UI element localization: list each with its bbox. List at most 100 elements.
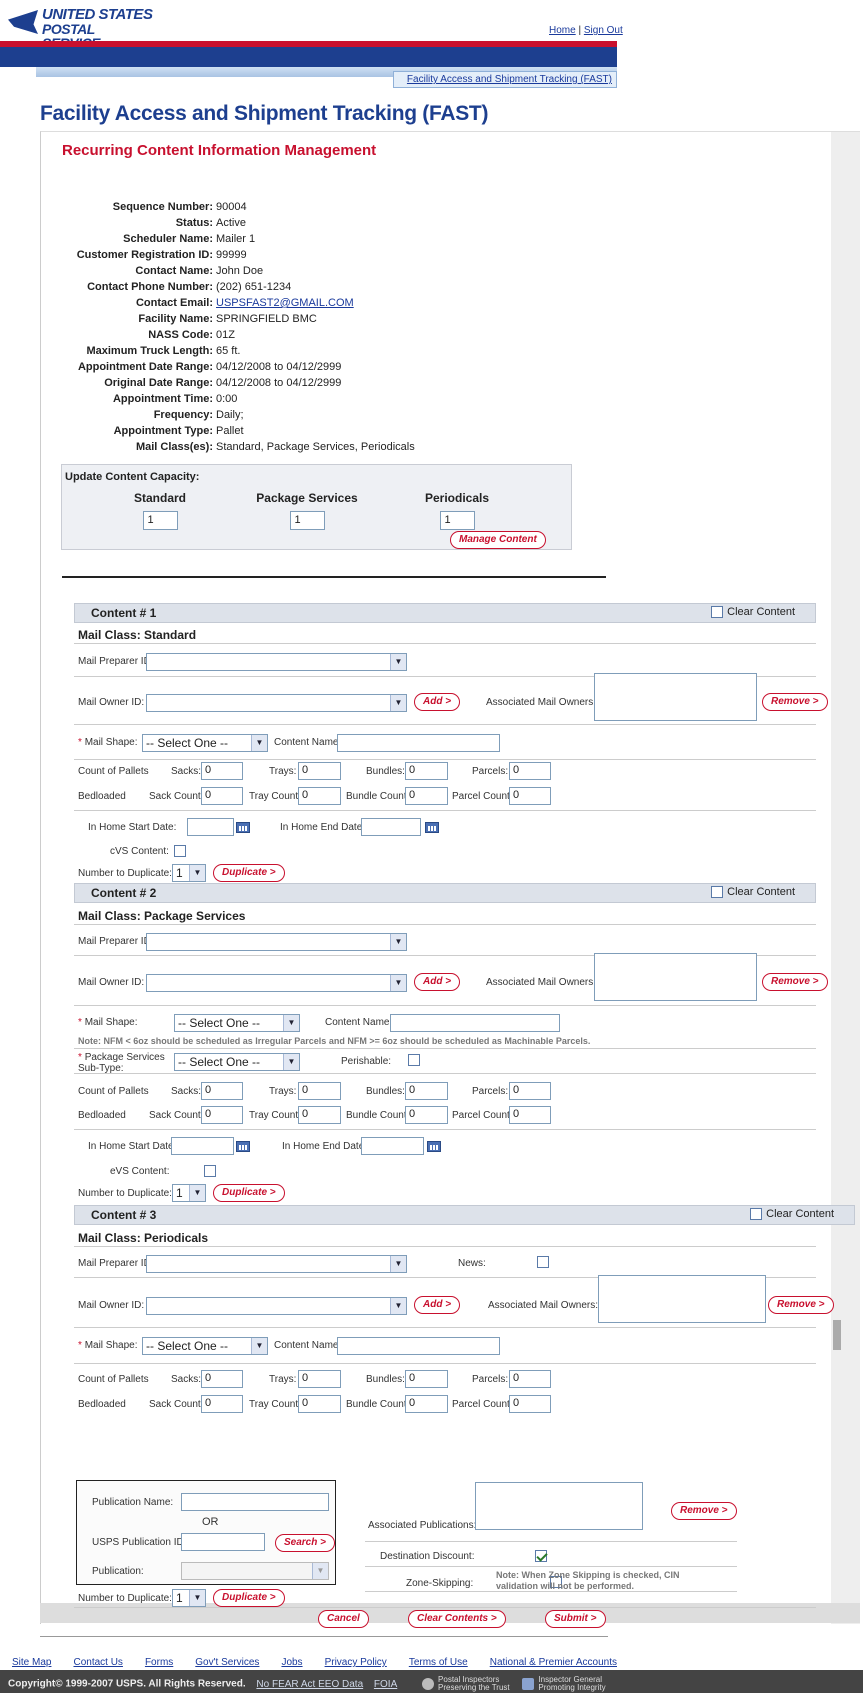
footer-link[interactable]: Privacy Policy [325,1657,387,1668]
mail-preparer-select[interactable]: ▼ [146,1255,407,1273]
clear-content-2[interactable]: Clear Content [711,886,795,898]
trays-input[interactable]: 0 [298,1370,341,1388]
associated-owners-list[interactable] [594,673,757,721]
parcel-count-input[interactable]: 0 [509,1395,551,1413]
mail-owner-select[interactable]: ▼ [146,974,407,992]
duplicate-button[interactable]: Duplicate > [213,1589,285,1607]
sign-out-link[interactable]: Sign Out [584,25,623,36]
parcel-count-input[interactable]: 0 [509,787,551,805]
footer-link[interactable]: Terms of Use [409,1657,468,1668]
perishable-checkbox[interactable] [408,1054,421,1067]
fast-link[interactable]: Facility Access and Shipment Tracking (F… [407,74,612,85]
bundles-input[interactable]: 0 [405,1082,448,1100]
clear-contents-button[interactable]: Clear Contents > [408,1610,506,1628]
mail-owner-select[interactable]: ▼ [146,694,407,712]
bundles-input[interactable]: 0 [405,1370,448,1388]
fast-tab[interactable]: Facility Access and Shipment Tracking (F… [393,71,617,88]
associated-owners-list[interactable] [598,1275,766,1323]
mail-preparer-select[interactable]: ▼ [146,933,407,951]
package-subtype-select[interactable]: -- Select One -- ▼ [174,1053,300,1071]
sack-count-input[interactable]: 0 [201,787,243,805]
cvs-content-checkbox[interactable] [174,845,186,858]
scrollbar-thumb[interactable] [833,1320,841,1350]
remove-owner-button[interactable]: Remove > [768,1296,834,1314]
footer-link[interactable]: Jobs [281,1657,302,1668]
destination-discount-checkbox[interactable] [535,1550,548,1563]
manage-content-button[interactable]: Manage Content [450,531,546,549]
trays-input[interactable]: 0 [298,762,341,780]
add-owner-button[interactable]: Add > [414,693,461,711]
duplicate-count-select[interactable]: 1 ▼ [172,864,206,882]
trays-input[interactable]: 0 [298,1082,341,1100]
news-checkbox[interactable] [537,1256,550,1269]
start-date-input[interactable] [187,818,234,836]
sack-count-input[interactable]: 0 [201,1395,243,1413]
content-name-input[interactable] [337,1337,500,1355]
footer-link[interactable]: Contact Us [73,1657,122,1668]
associated-owners-list[interactable] [594,953,757,1001]
parcels-input[interactable]: 0 [509,1082,551,1100]
foia-link[interactable]: FOIA [374,1679,397,1690]
parcels-input[interactable]: 0 [509,762,551,780]
calendar-icon[interactable] [236,1141,250,1152]
submit-button[interactable]: Submit > [545,1610,606,1628]
clear-content-1[interactable]: Clear Content [711,606,795,618]
sack-count-input[interactable]: 0 [201,1106,243,1124]
no-fear-link[interactable]: No FEAR Act EEO Data [256,1679,363,1690]
clear-content-checkbox[interactable] [711,606,724,618]
end-date-input[interactable] [361,818,421,836]
content-name-input[interactable] [337,734,500,752]
content-name-input[interactable] [390,1014,560,1032]
footer-link[interactable]: National & Premier Accounts [490,1657,617,1668]
standard-capacity-input[interactable]: 1 [142,511,178,530]
duplicate-button[interactable]: Duplicate > [213,864,285,882]
remove-publication-button[interactable]: Remove > [671,1502,737,1520]
periodicals-capacity-input[interactable]: 1 [439,511,475,530]
tray-count-input[interactable]: 0 [298,1106,341,1124]
add-owner-button[interactable]: Add > [414,973,461,991]
bundle-count-input[interactable]: 0 [405,787,448,805]
bundle-count-input[interactable]: 0 [405,1106,448,1124]
calendar-icon[interactable] [425,822,439,833]
tray-count-input[interactable]: 0 [298,1395,341,1413]
tray-count-input[interactable]: 0 [298,787,341,805]
duplicate-count-select[interactable]: 1 ▼ [172,1184,206,1202]
duplicate-button[interactable]: Duplicate > [213,1184,285,1202]
mail-shape-select[interactable]: -- Select One -- ▼ [174,1014,300,1032]
search-button[interactable]: Search > [275,1534,335,1552]
usps-publication-id-input[interactable] [181,1533,265,1551]
bundle-count-input[interactable]: 0 [405,1395,448,1413]
sacks-input[interactable]: 0 [201,1082,243,1100]
end-date-input[interactable] [361,1137,424,1155]
remove-owner-button[interactable]: Remove > [762,973,828,991]
footer-link[interactable]: Forms [145,1657,173,1668]
home-link[interactable]: Home [549,25,576,36]
duplicate-count-select[interactable]: 1 ▼ [172,1589,206,1607]
cancel-button[interactable]: Cancel [318,1610,369,1628]
footer-link[interactable]: Site Map [12,1657,51,1668]
publication-name-input[interactable] [181,1493,329,1511]
mail-shape-select[interactable]: -- Select One -- ▼ [142,1337,268,1355]
mail-preparer-select[interactable]: ▼ [146,653,407,671]
parcel-count-input[interactable]: 0 [509,1106,551,1124]
clear-content-checkbox[interactable] [750,1208,763,1220]
mail-owner-select[interactable]: ▼ [146,1297,407,1315]
associated-publications-list[interactable] [475,1482,643,1530]
publication-select[interactable]: ▼ [181,1562,329,1580]
calendar-icon[interactable] [236,822,250,833]
package-capacity-input[interactable]: 1 [289,511,325,530]
contact-email-link[interactable]: USPSFAST2@GMAIL.COM [216,295,354,311]
inspector-general-badge[interactable]: Inspector General Promoting Integrity [522,1676,606,1692]
clear-content-checkbox[interactable] [711,886,724,898]
evs-content-checkbox[interactable] [204,1165,217,1178]
mail-shape-select[interactable]: -- Select One -- ▼ [142,734,268,752]
add-owner-button[interactable]: Add > [414,1296,461,1314]
sacks-input[interactable]: 0 [201,762,243,780]
remove-owner-button[interactable]: Remove > [762,693,828,711]
start-date-input[interactable] [171,1137,234,1155]
clear-content-3[interactable]: Clear Content [750,1208,834,1220]
postal-inspectors-badge[interactable]: Postal Inspectors Preserving the Trust [422,1676,510,1692]
bundles-input[interactable]: 0 [405,762,448,780]
sacks-input[interactable]: 0 [201,1370,243,1388]
usps-logo[interactable]: UNITED STATES POSTAL SERVICE® [8,7,158,50]
